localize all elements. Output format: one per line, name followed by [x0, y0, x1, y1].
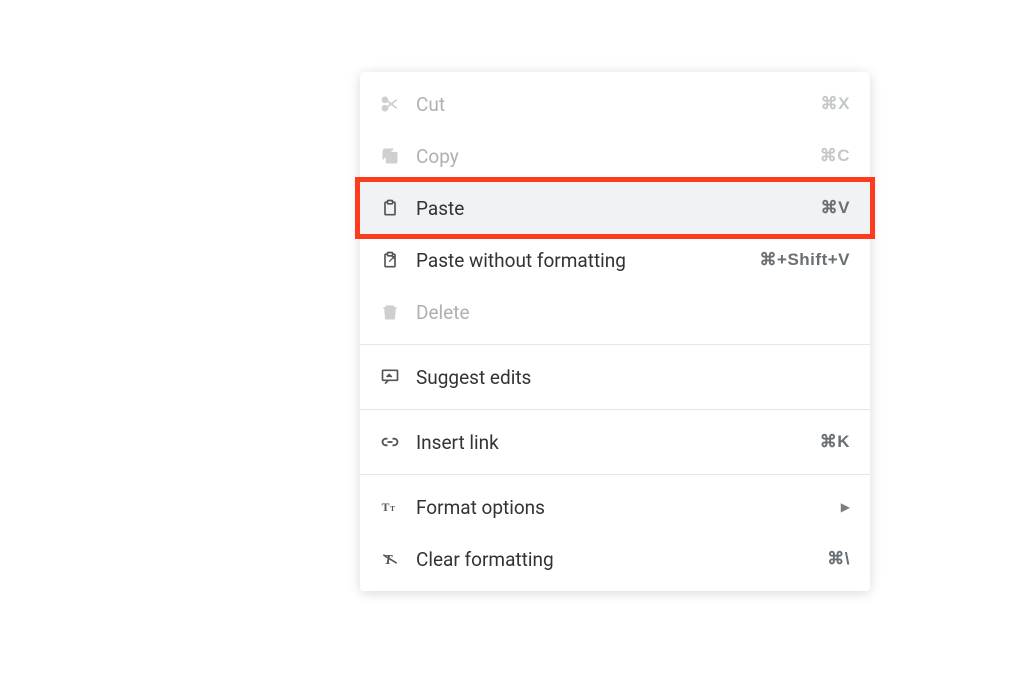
format-icon: T T: [380, 497, 408, 517]
menu-item-paste[interactable]: Paste ⌘V: [360, 182, 870, 234]
menu-item-delete[interactable]: Delete: [360, 286, 870, 338]
menu-label: Format options: [416, 496, 833, 519]
menu-label: Copy: [416, 145, 820, 168]
menu-shortcut: ⌘V: [821, 198, 850, 218]
menu-divider: [360, 409, 870, 410]
menu-label: Paste without formatting: [416, 249, 760, 272]
svg-text:T: T: [390, 504, 395, 513]
menu-item-cut[interactable]: Cut ⌘X: [360, 78, 870, 130]
paste-icon: [380, 198, 408, 218]
paste-plain-icon: [380, 250, 408, 270]
menu-shortcut: ⌘C: [820, 146, 850, 166]
copy-icon: [380, 146, 408, 166]
svg-text:T: T: [382, 501, 390, 514]
menu-label: Suggest edits: [416, 366, 850, 389]
clear-format-icon: T: [380, 549, 408, 569]
link-icon: [380, 432, 408, 452]
menu-item-format-options[interactable]: T T Format options ▶: [360, 481, 870, 533]
menu-shortcut: ⌘+Shift+V: [760, 250, 850, 270]
menu-shortcut: ⌘\: [827, 549, 850, 569]
menu-item-clear-formatting[interactable]: T Clear formatting ⌘\: [360, 533, 870, 585]
chevron-right-icon: ▶: [841, 500, 850, 514]
menu-shortcut: ⌘X: [821, 94, 850, 114]
menu-item-copy[interactable]: Copy ⌘C: [360, 130, 870, 182]
menu-label: Clear formatting: [416, 548, 827, 571]
menu-label: Cut: [416, 93, 821, 116]
menu-label: Paste: [416, 197, 821, 220]
context-menu: Cut ⌘X Copy ⌘C Paste ⌘V: [360, 72, 870, 591]
suggest-icon: [380, 367, 408, 387]
scissors-icon: [380, 94, 408, 114]
delete-icon: [380, 302, 408, 322]
menu-item-paste-without-formatting[interactable]: Paste without formatting ⌘+Shift+V: [360, 234, 870, 286]
menu-divider: [360, 474, 870, 475]
menu-item-insert-link[interactable]: Insert link ⌘K: [360, 416, 870, 468]
menu-shortcut: ⌘K: [820, 432, 850, 452]
menu-divider: [360, 344, 870, 345]
menu-label: Delete: [416, 301, 850, 324]
menu-label: Insert link: [416, 431, 820, 454]
menu-item-suggest-edits[interactable]: Suggest edits: [360, 351, 870, 403]
